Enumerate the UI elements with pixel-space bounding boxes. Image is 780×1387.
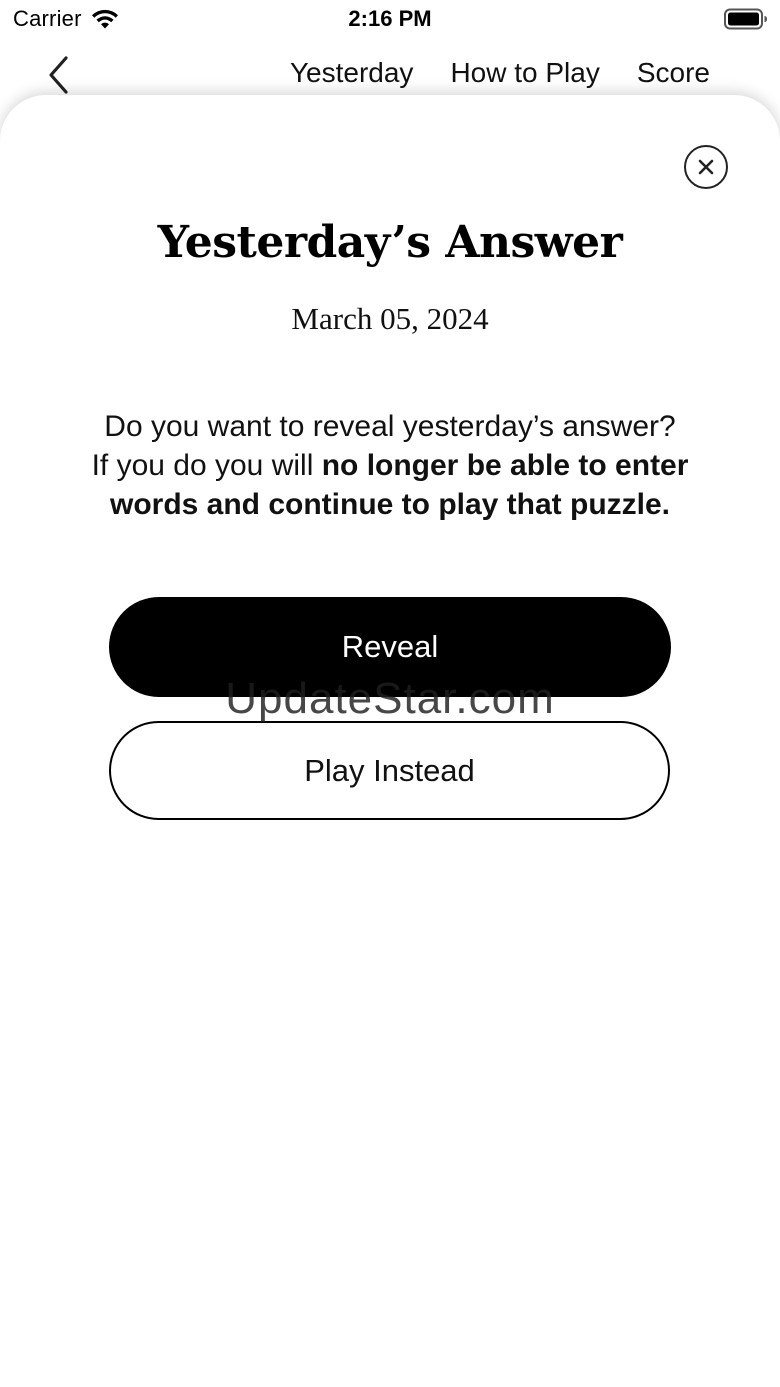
nav-links: Yesterday How to Play Score (290, 57, 710, 89)
battery-icon (724, 8, 767, 30)
sheet-date: March 05, 2024 (291, 301, 489, 336)
yesterday-answer-sheet: Yesterday’s Answer March 05, 2024 Do you… (0, 95, 780, 1387)
play-instead-button[interactable]: Play Instead (109, 721, 670, 820)
sheet-title: Yesterday’s Answer (157, 217, 623, 268)
nav-link-yesterday[interactable]: Yesterday (290, 57, 414, 89)
reveal-warning-message: Do you want to reveal yesterday’s answer… (60, 407, 720, 524)
status-time: 2:16 PM (348, 6, 432, 31)
status-bar: Carrier 2:16 PM (0, 0, 780, 40)
close-button[interactable] (684, 145, 728, 189)
chevron-left-icon[interactable] (42, 54, 78, 96)
message-line-2-prefix: If you do you will (91, 449, 314, 482)
nav-link-score[interactable]: Score (637, 57, 710, 89)
play-instead-button-label: Play Instead (304, 752, 475, 788)
close-icon (698, 159, 714, 175)
message-line-1: Do you want to reveal yesterday’s answer… (104, 410, 676, 443)
reveal-button-label: Reveal (341, 629, 439, 664)
nav-link-how-to-play[interactable]: How to Play (450, 57, 599, 89)
reveal-button[interactable]: Reveal (109, 597, 671, 697)
